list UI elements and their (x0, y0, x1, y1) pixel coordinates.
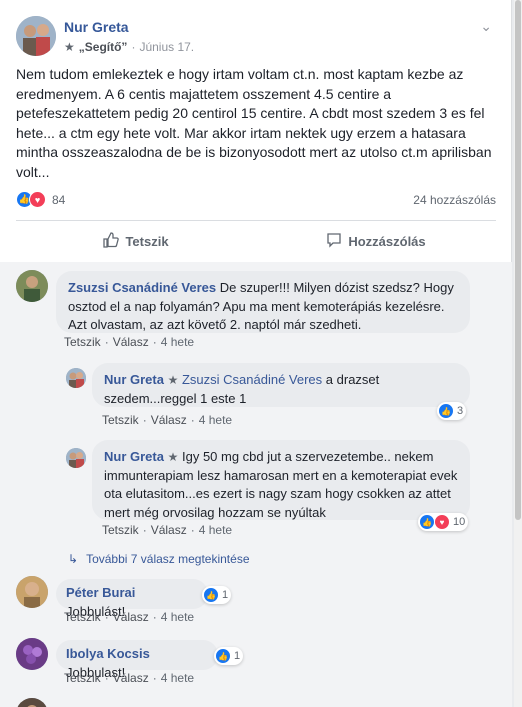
comment-like-link[interactable]: Tetszik (64, 671, 101, 685)
reply-reaction-count: 10 (453, 516, 466, 528)
mention-link[interactable]: Zsuzsi Csanádiné Veres (182, 372, 322, 387)
like-button[interactable]: Tetszik (16, 224, 256, 258)
comment-button-label: Hozzászólás (348, 233, 426, 249)
commenter-name[interactable]: Péter Burai (66, 585, 135, 600)
comment-actions: Tetszik · Válasz · 4 hete (64, 671, 195, 685)
scrollbar[interactable] (514, 0, 522, 707)
reply-reply-link[interactable]: Válasz (151, 523, 187, 537)
replier-name[interactable]: Nur Greta (104, 372, 164, 387)
reply-like-link[interactable]: Tetszik (102, 413, 139, 427)
thumbs-up-icon (103, 231, 120, 251)
like-button-label: Tetszik (125, 233, 169, 249)
replier-name[interactable]: Nur Greta (104, 449, 164, 464)
like-reaction-icon: 👍 (438, 403, 454, 419)
reaction-count[interactable]: 84 (52, 193, 65, 207)
reply-arrow-icon: ↳ (68, 552, 79, 566)
commenter-name[interactable]: Zsuzsi Csanádiné Veres (68, 280, 216, 295)
commenter-avatar[interactable] (16, 576, 48, 608)
reply-actions: Tetszik · Válasz · 4 hete (102, 523, 233, 537)
comment-like-link[interactable]: Tetszik (64, 610, 101, 624)
commenter-avatar[interactable] (16, 638, 48, 670)
comment-reply-link[interactable]: Válasz (113, 671, 149, 685)
like-reaction-icon: 👍 (203, 587, 219, 603)
reply-like-link[interactable]: Tetszik (102, 523, 139, 537)
post-author[interactable]: Nur Greta (64, 19, 129, 35)
reply-reactions[interactable]: 👍 3 (437, 402, 467, 420)
author-avatar[interactable] (16, 16, 56, 56)
divider (16, 220, 496, 221)
love-reaction-icon: ♥ (434, 514, 450, 530)
reply-reactions[interactable]: 👍 ♥ 10 (418, 513, 469, 531)
comment-count[interactable]: 24 hozzászólás (413, 193, 496, 207)
post-meta: ★ „Segítő” · Június 17. (64, 40, 194, 54)
reaction-icons: 👍 ♥ (16, 191, 46, 208)
post-header: Nur Greta ★ „Segítő” · Június 17. ⌄ (16, 16, 496, 60)
badge-star-icon: ★ (167, 373, 179, 387)
commenter-avatar[interactable] (16, 698, 48, 707)
comment-reactions[interactable]: 👍 1 (202, 586, 232, 604)
reply-avatar[interactable] (66, 368, 86, 388)
comment-bubble: Ibolya Kocsis Jobbulast! (56, 640, 218, 680)
reactions-summary[interactable]: 👍 ♥ 84 24 hozzászólás (16, 190, 496, 210)
comment-button[interactable]: Hozzászólás (256, 224, 496, 258)
reply-avatar[interactable] (66, 448, 86, 468)
reply-time[interactable]: 4 hete (199, 523, 232, 537)
post-actions: Tetszik Hozzászólás (16, 224, 496, 258)
comment-time[interactable]: 4 hete (161, 671, 194, 685)
reply-reply-link[interactable]: Válasz (151, 413, 187, 427)
love-reaction-icon: ♥ (29, 191, 46, 208)
scrollbar-thumb[interactable] (515, 0, 521, 520)
comment-reply-link[interactable]: Válasz (113, 610, 149, 624)
meta-separator: · (131, 40, 136, 54)
badge-star-icon: ★ (167, 450, 179, 464)
like-reaction-icon: 👍 (215, 648, 231, 664)
commenter-avatar[interactable] (16, 270, 48, 302)
comment-actions: Tetszik · Válasz · 4 hete (64, 610, 195, 624)
reply-bubble: Nur Greta ★ Zsuzsi Csanádiné Veres a dra… (92, 363, 470, 407)
comment-time[interactable]: 4 hete (161, 610, 194, 624)
reply-bubble: Nur Greta ★ Igy 50 mg cbd jut a szerveze… (92, 440, 470, 520)
comment-bubble: Zsuzsi Csanádiné Veres De szuper!!! Mily… (56, 271, 470, 333)
view-more-replies-label: További 7 válasz megtekintése (86, 552, 250, 566)
comment-bubble: Péter Burai Jobbulást! (56, 579, 208, 619)
comment-time[interactable]: 4 hete (161, 335, 194, 349)
author-badge: „Segítő” (78, 40, 128, 54)
badge-star-icon: ★ (64, 40, 75, 54)
comment-actions: Tetszik · Válasz · 4 hete (64, 335, 195, 349)
comment-reaction-count: 1 (234, 650, 241, 662)
post-text: Nem tudom emlekeztek e hogy irtam voltam… (16, 66, 492, 180)
comment-icon (326, 232, 342, 251)
comment-reaction-count: 1 (222, 589, 229, 601)
commenter-name[interactable]: Ibolya Kocsis (66, 646, 150, 661)
chevron-down-icon[interactable]: ⌄ (480, 18, 492, 35)
reply-actions: Tetszik · Válasz · 4 hete (102, 413, 233, 427)
comment-reactions[interactable]: 👍 1 (214, 647, 244, 665)
post-date[interactable]: Június 17. (139, 40, 194, 54)
comment-like-link[interactable]: Tetszik (64, 335, 101, 349)
view-more-replies-link[interactable]: ↳ További 7 válasz megtekintése (68, 552, 250, 566)
reply-time[interactable]: 4 hete (199, 413, 232, 427)
comments-section: Zsuzsi Csanádiné Veres De szuper!!! Mily… (0, 262, 512, 707)
comment-reply-link[interactable]: Válasz (113, 335, 149, 349)
reply-reaction-count: 3 (457, 405, 464, 417)
post-card: Nur Greta ★ „Segítő” · Június 17. ⌄ Nem … (0, 0, 512, 707)
like-reaction-icon: 👍 (419, 514, 435, 530)
